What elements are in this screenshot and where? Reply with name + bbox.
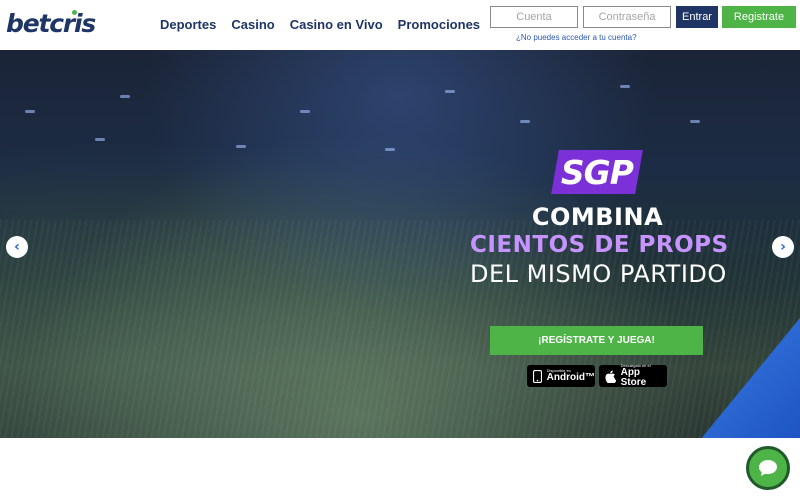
nav-item-casino-en-vivo[interactable]: Casino en Vivo xyxy=(290,17,383,32)
betcris-logo[interactable]: betcris xyxy=(6,9,96,38)
nav-item-casino[interactable]: Casino xyxy=(231,17,274,32)
logo-accent-dot xyxy=(72,10,77,15)
chevron-right-icon: › xyxy=(780,239,786,255)
chat-button[interactable] xyxy=(746,446,790,490)
account-input[interactable] xyxy=(490,6,578,28)
chat-bubble-icon xyxy=(759,460,777,476)
site-header: betcris Deportes Casino Casino en Vivo P… xyxy=(0,0,800,50)
sgp-badge: SGP xyxy=(551,150,643,194)
phone-icon xyxy=(532,369,544,383)
apple-icon xyxy=(604,369,618,383)
login-button[interactable]: Entrar xyxy=(676,6,718,28)
android-store-badge[interactable]: Disponible en Android™ xyxy=(527,365,595,387)
register-and-play-button[interactable]: ¡REGÍSTRATE Y JUEGA! xyxy=(490,326,703,355)
app-store-badge[interactable]: Descárgalo en el App Store xyxy=(599,364,667,388)
chevron-left-icon: ‹ xyxy=(14,239,20,255)
headline-line-3: DEL MISMO PARTIDO xyxy=(470,260,727,288)
apple-badge-big-text: App Store xyxy=(620,367,647,388)
password-input[interactable] xyxy=(583,6,671,28)
main-nav: Deportes Casino Casino en Vivo Promocion… xyxy=(160,17,480,32)
hero-banner: ‹ › SGP COMBINA CIENTOS DE PROPS DEL MIS… xyxy=(0,50,800,438)
nav-item-promociones[interactable]: Promociones xyxy=(398,17,480,32)
register-button[interactable]: Registrate xyxy=(722,6,796,28)
carousel-next-button[interactable]: › xyxy=(772,236,794,258)
sgp-badge-text: SGP xyxy=(560,152,634,192)
headline-line-1: COMBINA xyxy=(531,203,664,231)
headline-line-2: CIENTOS DE PROPS xyxy=(470,232,729,258)
android-badge-big-text: Android™ xyxy=(546,372,595,383)
nav-item-deportes[interactable]: Deportes xyxy=(160,17,216,32)
carousel-prev-button[interactable]: ‹ xyxy=(6,236,28,258)
forgot-account-link[interactable]: ¿No puedes acceder a tu cuenta? xyxy=(516,33,637,42)
